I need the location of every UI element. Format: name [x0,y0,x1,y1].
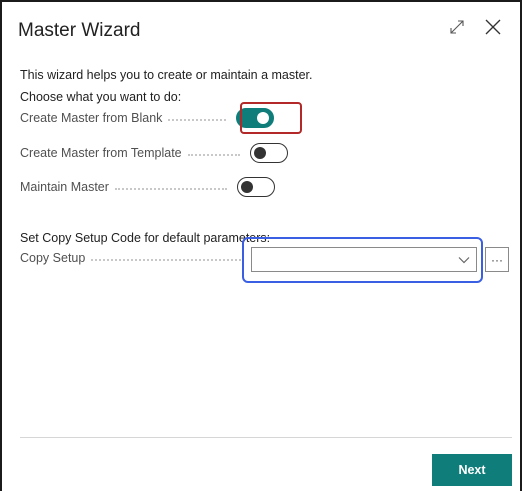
option-row-create-from-template: Create Master from Template [20,142,500,164]
option-label: Create Master from Blank [20,111,163,125]
footer-divider [20,437,512,438]
option-label: Maintain Master [20,180,109,194]
toggle-knob [240,180,253,193]
copy-setup-heading: Set Copy Setup Code for default paramete… [20,231,271,245]
intro-text: This wizard helps you to create or maint… [20,68,313,82]
maintain-master-toggle[interactable] [236,177,275,197]
next-button[interactable]: Next [432,454,512,486]
option-row-maintain-master: Maintain Master [20,176,500,198]
create-from-template-toggle[interactable] [249,143,288,163]
copy-setup-lookup-button[interactable]: ··· [485,247,509,272]
toggle-knob [253,146,266,159]
highlight-box-blue [242,237,483,283]
leader-dots [187,154,240,156]
header-actions [446,16,504,38]
expand-icon[interactable] [446,16,468,38]
leader-dots [168,119,227,121]
master-wizard-dialog: Master Wizard This wizard helps you to c… [2,2,518,493]
copy-setup-label: Copy Setup [20,251,86,265]
choose-heading: Choose what you want to do: [20,90,182,104]
leader-dots [91,259,242,261]
close-icon[interactable] [482,16,504,38]
highlight-box-red [240,102,302,134]
dialog-title: Master Wizard [18,20,141,41]
option-label: Create Master from Template [20,146,182,160]
leader-dots [114,188,227,190]
